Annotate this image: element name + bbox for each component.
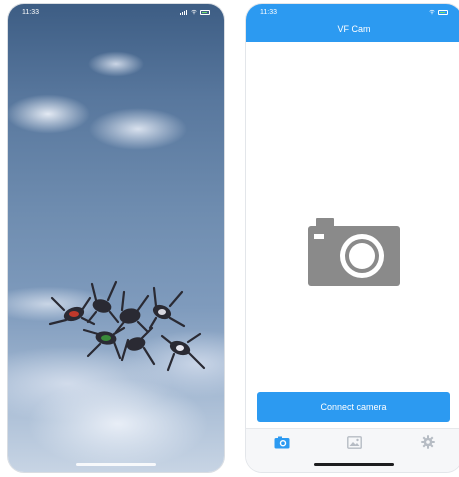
splash-screen: 11:33 [8, 4, 224, 472]
status-time: 11:33 [22, 8, 39, 16]
bottom-tab-bar [246, 428, 459, 472]
battery-icon [438, 9, 448, 15]
tab-gallery[interactable] [346, 435, 362, 449]
home-indicator [76, 463, 156, 466]
screenshot-stage: 11:33 11:33 VF Cam Connect camera [0, 0, 459, 477]
tab-camera[interactable] [274, 435, 290, 449]
vf-cam-app-screen: 11:33 VF Cam Connect camera [246, 4, 459, 472]
status-time: 11:33 [260, 8, 277, 16]
signal-icon [180, 9, 188, 15]
battery-icon [200, 9, 210, 15]
sky-background-image [8, 4, 224, 472]
app-title: VF Cam [337, 24, 371, 34]
home-indicator [314, 463, 394, 466]
app-header: 11:33 VF Cam [246, 4, 459, 42]
wifi-icon [429, 9, 435, 15]
tab-settings[interactable] [420, 435, 436, 449]
connect-camera-button[interactable]: Connect camera [257, 392, 450, 422]
skydivers-formation-image [48, 280, 206, 372]
camera-tab-icon [274, 436, 290, 448]
status-bar: 11:33 [246, 6, 459, 18]
status-bar: 11:33 [8, 4, 224, 20]
gallery-tab-icon [346, 435, 362, 449]
status-icons [429, 9, 448, 15]
status-icons [180, 9, 210, 15]
wifi-icon [191, 9, 197, 15]
camera-icon [308, 218, 400, 286]
settings-gear-icon [421, 435, 435, 449]
